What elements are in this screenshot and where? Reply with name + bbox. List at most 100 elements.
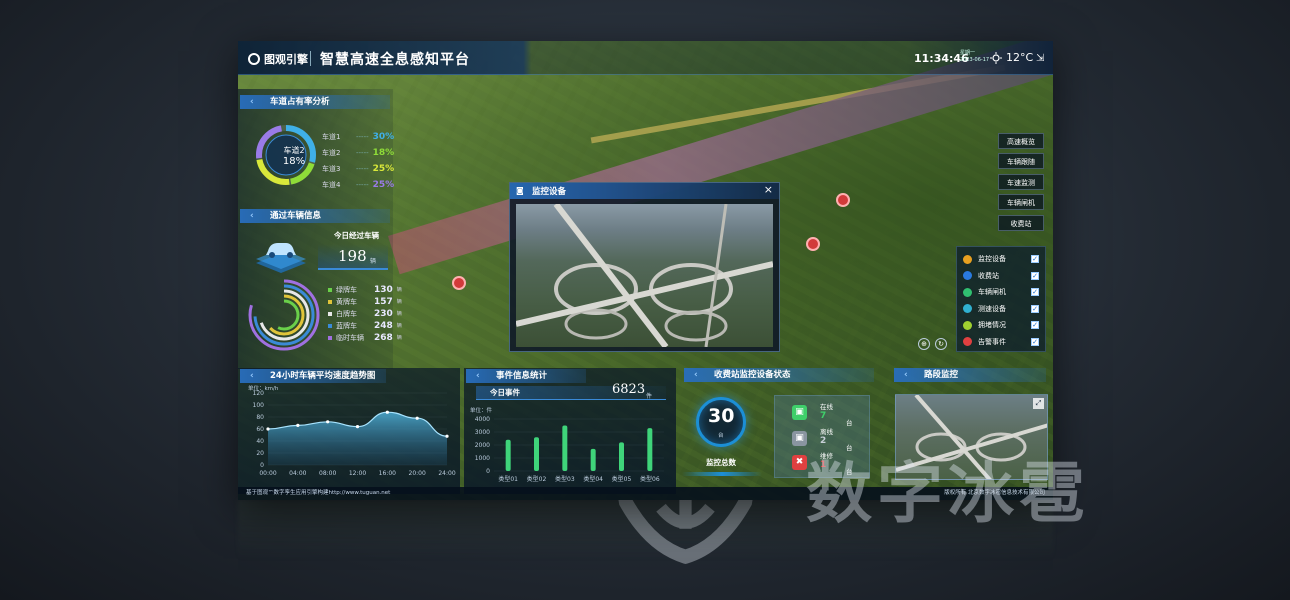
locate-icon[interactable]: ⊕: [918, 338, 930, 350]
logo-icon: [248, 53, 260, 65]
layer-label: 拥堵情况: [978, 321, 1006, 330]
layer-checkbox[interactable]: ✓: [1031, 288, 1039, 297]
layer-item-gate[interactable]: 车辆闸机 ✓: [963, 284, 1039, 301]
plate-ring-chart: [248, 279, 320, 351]
date: 2023-06-17: [960, 57, 990, 63]
reset-view-icon[interactable]: ↻: [935, 338, 947, 350]
speed-point[interactable]: [415, 416, 419, 420]
layer-checkbox[interactable]: ✓: [1031, 271, 1039, 280]
plate-item: 白牌车 230 辆: [328, 308, 402, 320]
event-panel-title-text: 事件信息统计: [496, 371, 548, 381]
y-tick-label: 80: [256, 414, 264, 421]
plate-value: 157: [374, 297, 393, 307]
y-tick-label: 0: [260, 462, 264, 469]
layer-item-alarm[interactable]: 告警事件 ✓: [963, 334, 1039, 351]
x-tick-label: 20:00: [409, 470, 426, 477]
event-bar[interactable]: [647, 428, 653, 471]
layer-label: 收费站: [978, 271, 999, 280]
layer-checkbox[interactable]: ✓: [1031, 304, 1039, 313]
date-block: 星期一 2023-06-17: [960, 50, 989, 64]
today-events-label: 今日事件: [490, 388, 520, 397]
today-events-unit: 件: [646, 393, 653, 400]
speed-panel-title: ‹ 24小时车辆平均速度趋势图: [240, 369, 386, 383]
monitor-popup: ◙ 监控设备 ×: [509, 182, 780, 352]
plate-value: 268: [374, 333, 393, 343]
alarm-marker-icon[interactable]: [806, 237, 820, 251]
offline-icon: ▣: [792, 431, 807, 446]
car-icon: [256, 243, 306, 273]
monitor-total-underline: [682, 472, 762, 476]
y-tick-label: 20: [256, 450, 264, 457]
y-tick-label: 2000: [475, 442, 490, 449]
page-title: 智慧高速全息感知平台: [320, 52, 470, 68]
tool-toll-station[interactable]: 收费站: [998, 215, 1044, 231]
event-panel-title: ‹ 事件信息统计: [466, 369, 586, 383]
monitor-total-unit: 台: [718, 433, 724, 439]
event-bar[interactable]: [562, 425, 568, 472]
plate-value: 130: [374, 285, 393, 295]
plate-item: 绿牌车 130 辆: [328, 284, 402, 296]
toll-panel-title: ‹ 收费站监控设备状态: [684, 368, 874, 382]
event-bar[interactable]: [590, 448, 596, 471]
tool-highway-overview[interactable]: 高速概览: [998, 133, 1044, 149]
close-icon[interactable]: ×: [764, 183, 773, 196]
weather: 12°C: [990, 51, 1033, 64]
event-bar-chart: 4000 3000 2000 1000 0 类型01 类型02 类型03 类型04 类型05 类型0…: [475, 416, 664, 483]
interchange-video-image: [516, 204, 773, 347]
lane-value: 25%: [372, 180, 395, 190]
layer-label: 监控设备: [978, 255, 1006, 264]
popup-title: 监控设备: [532, 187, 567, 197]
chevron-left-icon: ‹: [250, 97, 254, 107]
logo-text: 图观引擎: [264, 53, 308, 66]
speed-point[interactable]: [296, 423, 300, 427]
tool-vehicle-gate[interactable]: 车辆闸机: [998, 194, 1044, 210]
tool-vehicle-follow[interactable]: 车辆跟随: [998, 153, 1044, 169]
layer-checkbox[interactable]: ✓: [1031, 337, 1039, 346]
today-vehicles-value: 198: [338, 247, 367, 265]
alarm-marker-icon[interactable]: [452, 276, 466, 290]
event-bar[interactable]: [619, 442, 624, 471]
layer-item-toll[interactable]: 收费站 ✓: [963, 268, 1039, 285]
speed-point[interactable]: [326, 420, 330, 424]
x-tick-label: 类型02: [527, 475, 547, 483]
plate-item: 临时车辆 268 辆: [328, 332, 402, 344]
plate-item: 蓝牌车 248 辆: [328, 320, 402, 332]
swatch: [328, 288, 332, 292]
today-vehicles-unit: 辆: [370, 258, 377, 265]
layer-label: 车辆闸机: [978, 288, 1006, 297]
speed-point[interactable]: [355, 425, 360, 429]
lane-name: 车道3: [322, 165, 341, 173]
road-panel-title-text: 路段监控: [924, 370, 959, 380]
plate-value: 230: [374, 309, 393, 319]
header-bar: 图观引擎 智慧高速全息感知平台 11:34:46 星期一 2023-06-17 …: [238, 41, 1053, 75]
x-tick-label: 08:00: [319, 470, 336, 477]
camera-video-feed[interactable]: [516, 204, 773, 347]
camera-icon: [963, 254, 972, 264]
x-tick-label: 04:00: [289, 470, 306, 477]
temperature: 12°C: [1006, 51, 1034, 64]
x-tick-label: 00:00: [259, 470, 276, 477]
x-tick-label: 类型06: [640, 475, 660, 483]
monitor-total-value: 30: [708, 405, 735, 427]
speed-point[interactable]: [445, 434, 449, 438]
lane-legend-item: 车道2 ----- 18%: [322, 145, 394, 161]
event-bar[interactable]: [505, 439, 511, 471]
weather-sun-icon: [990, 51, 1002, 64]
event-bar[interactable]: [534, 437, 539, 471]
exit-icon[interactable]: ⇲: [1036, 53, 1044, 64]
layer-item-speed[interactable]: 测速设备 ✓: [963, 301, 1039, 318]
brand-logo[interactable]: 图观引擎: [248, 51, 308, 67]
layer-checkbox[interactable]: ✓: [1031, 321, 1039, 330]
alarm-marker-icon[interactable]: [836, 193, 850, 207]
repair-icon: ✖: [792, 455, 807, 470]
tool-speed-monitor[interactable]: 车速监测: [998, 174, 1044, 190]
x-tick-label: 类型05: [612, 475, 632, 483]
speed-point[interactable]: [385, 410, 389, 414]
layer-item-monitor[interactable]: 监控设备 ✓: [963, 251, 1039, 268]
speed-point[interactable]: [266, 427, 270, 431]
expand-icon[interactable]: ⤢: [1033, 398, 1044, 409]
lane-value: 25%: [372, 164, 395, 174]
layer-checkbox[interactable]: ✓: [1031, 255, 1039, 264]
layer-item-congestion[interactable]: 拥堵情况 ✓: [963, 317, 1039, 334]
swatch: [328, 324, 332, 328]
